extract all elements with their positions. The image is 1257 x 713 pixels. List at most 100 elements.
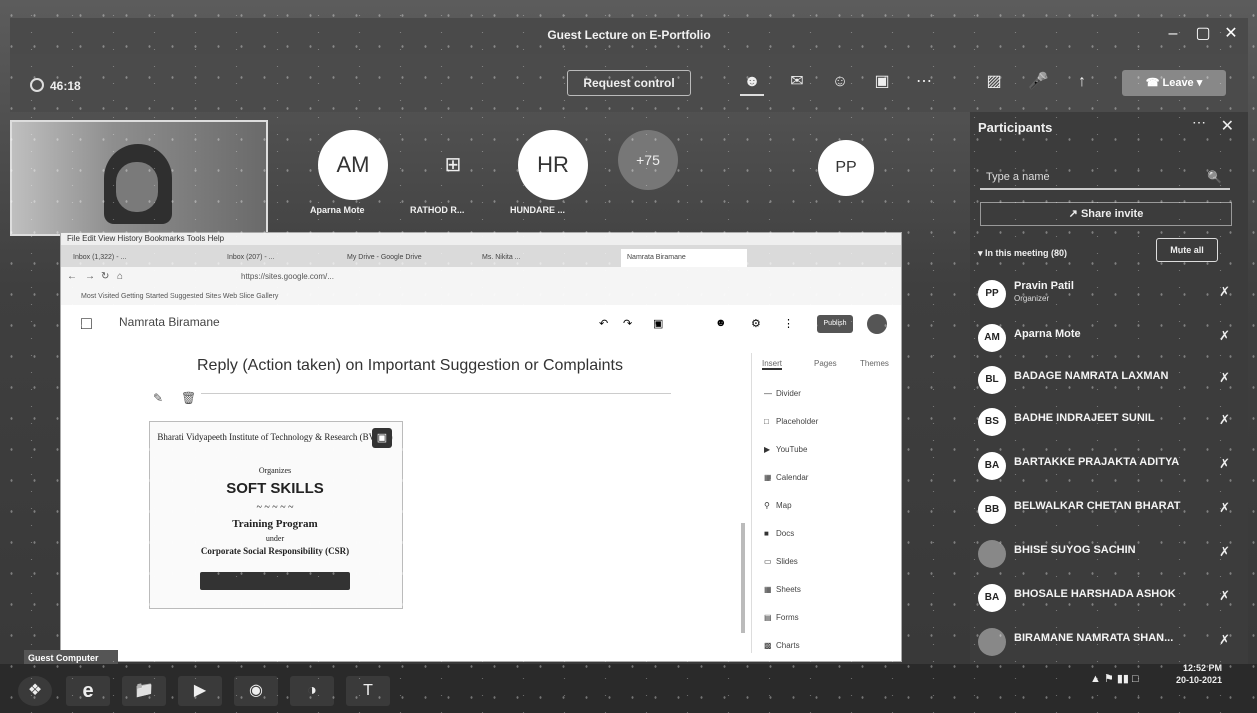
delete-icon[interactable]: 🗑: [181, 391, 196, 405]
page-heading[interactable]: Reply (Action taken) on Important Sugges…: [197, 357, 623, 375]
reactions-icon[interactable]: ☺: [828, 70, 852, 94]
media-player-icon[interactable]: ▶: [178, 676, 222, 706]
participant-row[interactable]: PP Pravin Patil Organizer ✗: [978, 274, 1238, 314]
participant-tile-name: HUNDARE ...: [510, 205, 566, 215]
maximize-button[interactable]: ▢: [1190, 22, 1216, 46]
edit-image-icon[interactable]: ✎: [153, 391, 163, 405]
participant-row[interactable]: BL BADAGE NAMRATA LAXMAN ✗: [978, 360, 1238, 400]
browser-tab[interactable]: Inbox (1,322) - ...: [67, 249, 223, 267]
insert-item-placeholder[interactable]: □ Placeholder: [764, 417, 894, 426]
preview-icon[interactable]: ▣: [653, 317, 663, 330]
more-options-icon[interactable]: ⋯: [1192, 114, 1206, 131]
request-control-button[interactable]: Request control: [567, 70, 691, 96]
recording-icon: [30, 78, 44, 92]
tab-insert[interactable]: Insert: [762, 359, 783, 370]
insert-item-label: Sheets: [776, 585, 801, 594]
insert-item-docs[interactable]: ■ Docs: [764, 529, 894, 538]
meeting-toolbar: 46:18 Request control ☻ ✉ ☺ ▣ ⋯: [10, 54, 970, 112]
in-meeting-header[interactable]: ▾ In this meeting (80): [978, 248, 1067, 259]
teams-icon[interactable]: T: [346, 676, 390, 706]
settings-icon[interactable]: ⚙: [751, 317, 761, 330]
participant-row[interactable]: BIRAMANE NAMRATA SHAN... ✗: [978, 622, 1238, 662]
account-avatar[interactable]: [867, 314, 887, 334]
insert-item-calendar[interactable]: ▦ Calendar: [764, 473, 894, 482]
participant-tile-pp[interactable]: PP: [818, 140, 874, 196]
insert-item-label: Docs: [776, 529, 795, 538]
start-button-icon[interactable]: ❖: [18, 676, 52, 706]
participant-tile-rathod[interactable]: ⊞: [418, 130, 488, 200]
in-meeting-count: In this meeting (80): [985, 248, 1068, 258]
browser-tab[interactable]: My Drive - Google Drive: [341, 249, 477, 267]
share-with-others-icon[interactable]: ☻: [715, 317, 727, 329]
mic-off-icon[interactable]: 🎤: [1026, 70, 1050, 94]
participant-row[interactable]: BA BARTAKKE PRAJAKTA ADITYA ✗: [978, 446, 1238, 486]
participant-row[interactable]: BS BADHE INDRAJEET SUNIL ✗: [978, 402, 1238, 442]
reload-icon[interactable]: ↻: [101, 271, 109, 282]
chrome-icon[interactable]: ◉: [234, 676, 278, 706]
chat-icon[interactable]: ✉: [785, 70, 809, 94]
participant-row[interactable]: BHISE SUYOG SACHIN ✗: [978, 534, 1238, 574]
minimize-button[interactable]: –: [1160, 22, 1186, 46]
firefox-icon[interactable]: ◑: [290, 676, 334, 706]
file-explorer-icon[interactable]: 📁: [122, 676, 166, 706]
share-invite-button[interactable]: ↗ Share invite: [980, 202, 1232, 226]
certificate-image[interactable]: Bharati Vidyapeeth Institute of Technolo…: [149, 421, 403, 609]
system-tray-icons[interactable]: ▲ ⚑ ▮▮ □: [1090, 672, 1139, 685]
insert-item-label: Placeholder: [776, 417, 819, 426]
system-clock[interactable]: 12:52 PM 20-10-2021: [1176, 662, 1222, 686]
participant-tile-name: RATHOD R...: [410, 205, 465, 215]
undo-icon[interactable]: ↶: [599, 317, 608, 330]
browser-tabstrip: Inbox (1,322) - ... Inbox (207) - ... My…: [61, 245, 901, 267]
redo-icon[interactable]: ↷: [623, 317, 632, 330]
back-icon[interactable]: ←: [67, 271, 77, 282]
cert-organizes: Organizes: [258, 466, 292, 475]
bookmarks-bar[interactable]: Most Visited Getting Started Suggested S…: [61, 289, 901, 305]
scrollbar[interactable]: [741, 523, 745, 633]
insert-item-divider[interactable]: — Divider: [764, 389, 894, 398]
participant-row[interactable]: BB BELWALKAR CHETAN BHARAT ✗: [978, 490, 1238, 530]
participant-row[interactable]: BA BHOSALE HARSHADA ASHOK ✗: [978, 578, 1238, 618]
internet-explorer-icon[interactable]: e: [66, 676, 110, 706]
close-icon[interactable]: ✕: [1221, 116, 1234, 136]
more-actions-icon[interactable]: ⋯: [912, 70, 936, 94]
insert-item-label: Calendar: [776, 473, 809, 482]
browser-menubar[interactable]: File Edit View History Bookmarks Tools H…: [61, 233, 901, 245]
forward-icon[interactable]: →: [85, 271, 95, 282]
rooms-icon[interactable]: ▣: [870, 70, 894, 94]
home-icon[interactable]: ⌂: [117, 271, 123, 282]
map-pin-icon: ⚲: [764, 501, 770, 510]
participant-tile-hr[interactable]: HR: [518, 130, 588, 200]
image-viewer-controls[interactable]: [200, 572, 350, 590]
more-icon[interactable]: ⋮: [783, 317, 794, 330]
insert-item-charts[interactable]: ▩ Charts: [764, 641, 894, 650]
close-window-button[interactable]: ✕: [1218, 22, 1244, 46]
browser-tab[interactable]: Ms. Nikita ...: [476, 249, 612, 267]
insert-item-slides[interactable]: ▭ Slides: [764, 557, 894, 566]
participant-row[interactable]: AM Aparna Mote ✗: [978, 318, 1238, 358]
crop-icon[interactable]: ▣: [372, 428, 392, 448]
meeting-window: Guest Lecture on E-Portfolio – ▢ ✕ 46:18…: [0, 0, 1257, 713]
share-screen-icon[interactable]: ↑: [1070, 70, 1094, 94]
participant-name: BHOSALE HARSHADA ASHOK: [1014, 588, 1176, 600]
publish-button[interactable]: Publish: [817, 315, 853, 333]
search-input[interactable]: Type a name 🔍: [980, 164, 1230, 190]
insert-item-sheets[interactable]: ▦ Sheets: [764, 585, 894, 594]
tab-themes[interactable]: Themes: [860, 359, 889, 368]
tab-pages[interactable]: Pages: [814, 359, 837, 368]
site-name[interactable]: Namrata Biramane: [119, 315, 220, 329]
participant-name: BARTAKKE PRAJAKTA ADITYA: [1014, 456, 1180, 468]
insert-item-youtube[interactable]: ▶ YouTube: [764, 445, 894, 454]
slides-icon: ▭: [764, 557, 772, 566]
participants-icon[interactable]: ☻: [740, 70, 764, 96]
camera-off-icon[interactable]: ▨: [982, 70, 1006, 94]
insert-item-forms[interactable]: ▤ Forms: [764, 613, 894, 622]
leave-button[interactable]: ☎ Leave ▾: [1122, 70, 1226, 96]
mute-all-button[interactable]: Mute all: [1156, 238, 1218, 262]
browser-tab-active[interactable]: Namrata Biramane: [621, 249, 747, 267]
mic-muted-icon: ✗: [1219, 456, 1230, 471]
more-participants-tile[interactable]: +75: [618, 130, 678, 190]
share-invite-label: Share invite: [1080, 208, 1144, 220]
participant-tile-am[interactable]: AM: [318, 130, 388, 200]
insert-item-map[interactable]: ⚲ Map: [764, 501, 894, 510]
url-field[interactable]: https://sites.google.com/...: [241, 272, 334, 281]
